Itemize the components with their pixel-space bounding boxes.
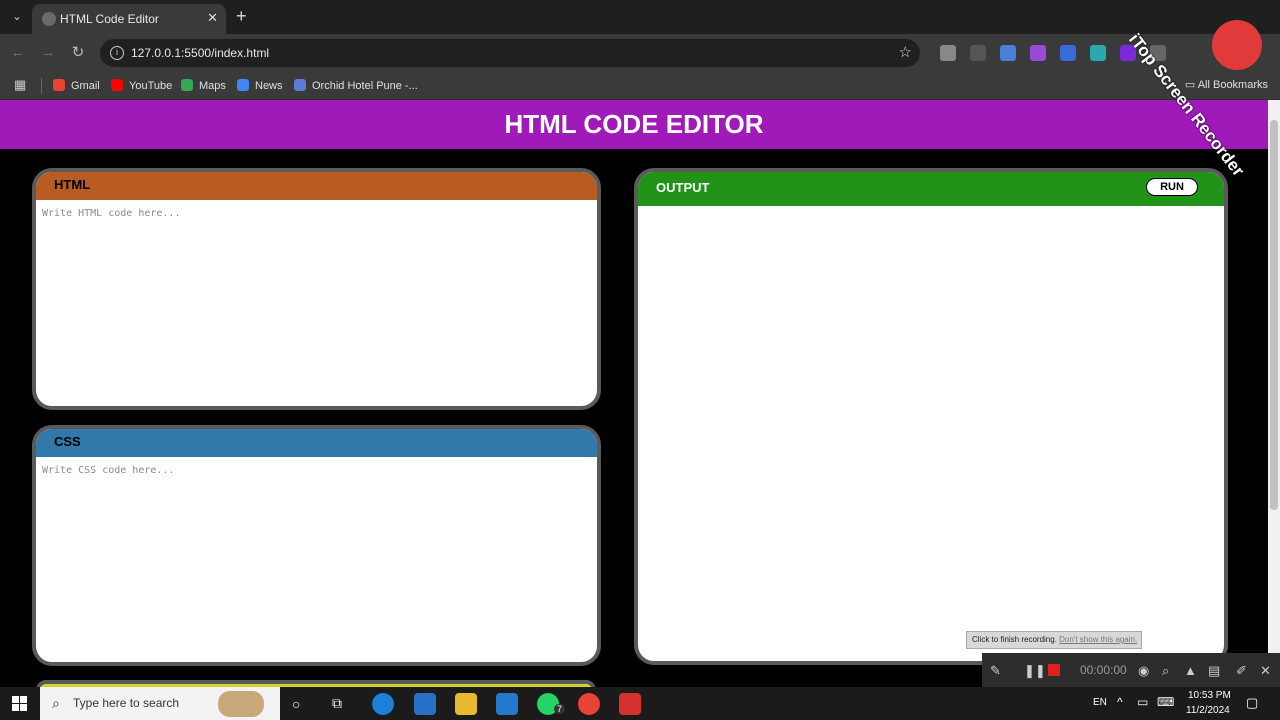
apps-grid-icon[interactable]: ▦ <box>14 78 28 92</box>
tool-extension-icon[interactable] <box>1090 45 1106 61</box>
run-button[interactable]: RUN <box>1146 178 1198 196</box>
close-icon[interactable]: ✕ <box>207 10 218 26</box>
bookmark-star-icon[interactable]: ☆ <box>899 43 912 61</box>
color-extension-icon[interactable] <box>1030 45 1046 61</box>
address-bar[interactable]: i 127.0.0.1:5500/index.html ☆ <box>100 39 920 67</box>
keyboard-icon[interactable]: ⌨ <box>1157 695 1174 709</box>
site-info-icon[interactable]: i <box>110 46 124 60</box>
html-panel: HTML Write HTML code here... <box>32 168 601 410</box>
url-text[interactable]: 127.0.0.1:5500/index.html <box>131 46 269 60</box>
reload-icon[interactable]: ↻ <box>68 43 88 63</box>
gmail-icon <box>53 79 65 91</box>
divider <box>41 78 42 94</box>
html-panel-header: HTML <box>36 172 597 200</box>
chevron-up-icon[interactable]: ^ <box>1117 695 1123 709</box>
eyedropper-extension-icon[interactable] <box>970 45 986 61</box>
store-icon[interactable] <box>414 693 436 715</box>
windows-start-icon[interactable] <box>12 696 27 711</box>
hotel-icon <box>294 79 306 91</box>
edit-icon[interactable]: ✐ <box>1236 663 1247 679</box>
recording-tip: Click to finish recording. Don't show th… <box>966 631 1142 649</box>
bookmark-youtube[interactable]: YouTube <box>111 78 172 94</box>
css-code-input[interactable]: Write CSS code here... <box>36 457 597 484</box>
maps-icon <box>181 79 193 91</box>
bookmark-maps[interactable]: Maps <box>181 78 226 94</box>
bookmark-gmail[interactable]: Gmail <box>53 78 100 94</box>
close-icon[interactable]: ✕ <box>1260 663 1271 679</box>
all-bookmarks[interactable]: ▭ All Bookmarks <box>1185 78 1268 91</box>
css-panel-header: CSS <box>36 429 597 457</box>
taskbar-search[interactable]: ⌕ Type here to search <box>40 687 280 720</box>
browser-toolbar: ← → ↻ i 127.0.0.1:5500/index.html ☆ <box>0 34 1280 72</box>
html-code-input[interactable]: Write HTML code here... <box>36 200 597 227</box>
recorder-toolbar: ✎ ❚❚ 00:00:00 ◉ ⌕ ▲ ▤ ✐ ✕ <box>982 653 1280 687</box>
chrome-icon[interactable] <box>578 693 600 715</box>
search-input[interactable]: Type here to search <box>73 696 179 710</box>
camera-icon[interactable]: ◉ <box>1138 663 1149 679</box>
volume-icon[interactable]: ▲ <box>1184 663 1197 678</box>
output-frame <box>638 206 1224 661</box>
news-icon <box>237 79 249 91</box>
stop-icon[interactable] <box>1048 664 1060 676</box>
pen-icon[interactable]: ✎ <box>990 663 1001 679</box>
page-title: HTML CODE EDITOR <box>0 100 1268 149</box>
bookmark-news[interactable]: News <box>237 78 283 94</box>
tab-search-icon[interactable]: ⌄ <box>6 7 28 27</box>
battery-icon[interactable]: ▭ <box>1137 695 1148 709</box>
recording-timer: 00:00:00 <box>1080 663 1127 677</box>
css-panel: CSS Write CSS code here... <box>32 425 601 666</box>
page-scrollbar[interactable] <box>1268 100 1280 686</box>
windows-taskbar: ⌕ Type here to search ○ ⧉ 7 EN ^ ▭ ⌨ 10:… <box>0 687 1280 720</box>
vscode-icon[interactable] <box>496 693 518 715</box>
browser-tab[interactable]: HTML Code Editor ✕ <box>32 4 226 34</box>
output-title: OUTPUT <box>656 180 710 195</box>
pause-icon[interactable]: ❚❚ <box>1024 663 1046 679</box>
language-indicator[interactable]: EN <box>1093 697 1107 708</box>
dont-show-link[interactable]: Don't show this again. <box>1059 635 1137 644</box>
document-extension-icon[interactable] <box>1000 45 1016 61</box>
search-extension-icon[interactable] <box>1060 45 1076 61</box>
globe-icon <box>42 12 56 26</box>
search-icon: ⌕ <box>52 695 60 711</box>
file-explorer-icon[interactable] <box>455 693 477 715</box>
cortana-icon[interactable]: ○ <box>292 696 300 712</box>
search-highlight-icon <box>218 691 264 717</box>
output-panel: OUTPUT RUN <box>634 168 1228 665</box>
output-panel-header: OUTPUT RUN <box>638 172 1224 206</box>
clock-time[interactable]: 10:53 PM <box>1188 690 1231 701</box>
tab-title: HTML Code Editor <box>60 12 159 26</box>
new-tab-plus-icon[interactable]: + <box>236 6 247 27</box>
whatsapp-badge: 7 <box>554 704 566 714</box>
bookmarks-bar: ▦ Gmail YouTube Maps News Orchid Hotel P… <box>0 72 1280 100</box>
forward-arrow-icon[interactable]: → <box>38 43 58 63</box>
recorder-logo-icon <box>1212 20 1262 70</box>
caption-icon[interactable]: ▤ <box>1208 663 1220 679</box>
task-view-icon[interactable]: ⧉ <box>332 695 342 712</box>
recorder-app-icon[interactable] <box>619 693 641 715</box>
notification-icon[interactable]: ▢ <box>1246 695 1258 711</box>
tab-strip: ⌄ HTML Code Editor ✕ + <box>0 0 1280 34</box>
react-extension-icon[interactable] <box>940 45 956 61</box>
bookmark-orchid-hotel[interactable]: Orchid Hotel Pune -... <box>294 78 418 94</box>
zoom-icon[interactable]: ⌕ <box>1162 663 1169 679</box>
youtube-icon <box>111 79 123 91</box>
edge-icon[interactable] <box>372 693 394 715</box>
back-arrow-icon[interactable]: ← <box>8 43 28 63</box>
scroll-thumb[interactable] <box>1270 120 1278 510</box>
clock-date[interactable]: 11/2/2024 <box>1186 705 1230 716</box>
